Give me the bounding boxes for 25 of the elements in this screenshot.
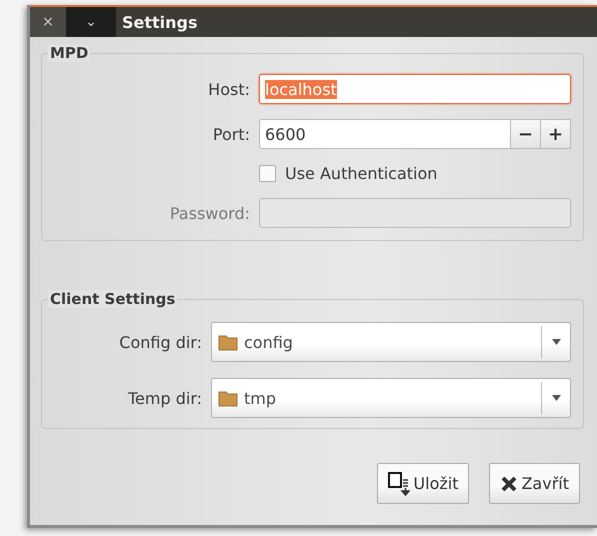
folder-dropdown[interactable]: tmp [211,378,571,418]
close-button[interactable]: × [30,7,66,37]
close-icon [500,474,518,492]
dropdown-arrow-icon [552,395,560,401]
field-label: Config dir: [119,332,202,352]
close-dialog-button[interactable]: Zavřít [489,463,580,504]
group-title: Client Settings [48,290,178,308]
window-title: Settings [122,12,198,32]
folder-dropdown[interactable]: config [211,322,571,362]
field-label: Host: [208,80,250,98]
group-title: MPD [48,44,90,62]
window-menu-button[interactable]: ⌄ [66,7,116,37]
field-label: Password: [170,204,250,222]
checkbox[interactable] [259,165,276,182]
dropdown-arrow-icon [552,339,560,345]
decrement-button[interactable]: − [511,119,541,149]
folder-icon [218,333,238,351]
field-label: Port: [212,124,250,144]
field-label: Temp dir: [128,388,202,408]
increment-button[interactable]: + [541,119,571,149]
save-icon [388,472,410,496]
folder-icon [218,389,238,407]
save-button[interactable]: Uložit [377,463,470,504]
port-field[interactable]: 6600 [259,119,511,149]
checkbox-label: Use Authentication [285,164,438,183]
